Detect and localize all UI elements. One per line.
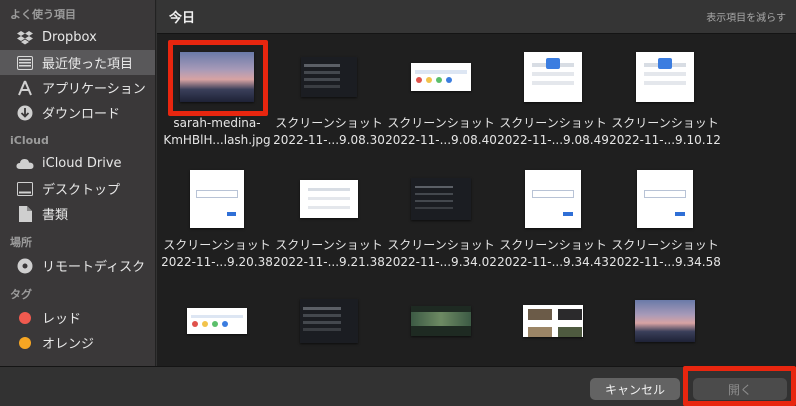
section-header: 今日 表示項目を減らす (157, 0, 796, 34)
file-name-line1: スクリーンショット (499, 116, 607, 130)
file-name-line2: 2022-11-...9.20.38 (161, 255, 273, 269)
disc-icon (16, 257, 34, 275)
downloads-icon (16, 104, 34, 122)
desktop-icon (16, 180, 34, 198)
file-thumbnail (187, 308, 247, 334)
sidebar-item-tag-red[interactable]: レッド (0, 305, 155, 330)
file-name-line2: 2022-11-...9.08.49 (497, 133, 609, 147)
file-name-line1: スクリーンショット (387, 116, 495, 130)
file-thumbnail (635, 300, 695, 342)
sidebar-item-label: iCloud Drive (42, 156, 122, 171)
file-thumbnail (637, 170, 693, 228)
file-name-line2: 2022-11-...9.10.12 (609, 133, 721, 147)
sidebar-item-label: Dropbox (42, 30, 97, 45)
file-name-line1: スクリーンショット (611, 238, 719, 252)
icloud-section-title: iCloud (10, 134, 49, 147)
dropbox-icon (16, 29, 34, 47)
tag-dot-icon (16, 309, 34, 327)
sidebar-item-label: リモートディスク (42, 260, 146, 275)
file-thumbnail (411, 306, 471, 336)
sidebar-item-applications[interactable]: アプリケーション (0, 75, 155, 100)
file-thumbnail (190, 170, 244, 228)
sidebar-item-label: ダウンロード (42, 107, 121, 122)
sidebar-item-downloads[interactable]: ダウンロード (0, 100, 155, 125)
file-thumbnail (300, 180, 358, 218)
file-name-line1: sarah-medina- (173, 116, 261, 130)
file-thumbnail (411, 178, 471, 220)
sidebar-item-label: アプリケーション (42, 82, 146, 97)
cancel-button[interactable]: キャンセル (590, 378, 680, 400)
file-thumbnail (301, 57, 357, 97)
open-button[interactable]: 開く (693, 378, 787, 400)
file-name-line2: 2022-11-...9.08.40 (385, 133, 497, 147)
show-less-link[interactable]: 表示項目を減らす (706, 9, 786, 24)
file-name-line2: KmHBlH...lash.jpg (163, 133, 271, 147)
sidebar-item-label: 書類 (42, 208, 69, 223)
tag-dot-icon (16, 334, 34, 352)
sidebar-item-label: レッド (42, 312, 82, 327)
applications-icon (16, 79, 34, 97)
file-name-line1: スクリーンショット (387, 238, 495, 252)
sidebar-item-remote-disc[interactable]: リモートディスク (0, 253, 155, 278)
tags-section-title: タグ (10, 288, 32, 301)
file-thumbnail (300, 299, 358, 343)
file-name-line1: スクリーンショット (275, 116, 383, 130)
file-thumbnail (525, 170, 581, 228)
file-name-line2: 2022-11-...9.08.30 (273, 133, 385, 147)
sidebar: よく使う項目 Dropbox 最近使った項目 アプリケーション ダウンロード i… (0, 0, 156, 366)
file-name-line2: 2022-11-...9.34.02 (385, 255, 497, 269)
sidebar-item-dropbox[interactable]: Dropbox (0, 25, 155, 50)
cloud-icon (16, 155, 34, 173)
document-icon (16, 205, 34, 223)
recents-icon (16, 54, 34, 72)
sidebar-item-documents[interactable]: 書類 (0, 201, 155, 226)
file-thumbnail (180, 52, 254, 102)
sidebar-item-desktop[interactable]: デスクトップ (0, 176, 155, 201)
file-name-line2: 2022-11-...9.34.43 (497, 255, 609, 269)
file-thumbnail (523, 305, 583, 337)
sidebar-item-recents[interactable]: 最近使った項目 (0, 50, 155, 75)
file-thumbnail (524, 52, 582, 102)
file-name-line1: スクリーンショット (163, 238, 271, 252)
section-title: 今日 (169, 11, 196, 26)
sidebar-item-icloud-drive[interactable]: iCloud Drive (0, 151, 155, 176)
file-name-line1: スクリーンショット (275, 238, 383, 252)
favorites-section-title: よく使う項目 (10, 8, 76, 21)
file-name-line1: スクリーンショット (499, 238, 607, 252)
sidebar-item-tag-orange[interactable]: オレンジ (0, 330, 155, 355)
locations-section-title: 場所 (10, 236, 32, 249)
sidebar-item-label: デスクトップ (42, 183, 121, 198)
file-name-line2: 2022-11-...9.34.58 (609, 255, 721, 269)
file-thumbnail (636, 52, 694, 102)
sidebar-item-label: 最近使った項目 (42, 57, 134, 72)
file-thumbnail (411, 63, 471, 91)
dialog-footer: キャンセル 開く (0, 366, 796, 406)
file-name-line2: 2022-11-...9.21.38 (273, 255, 385, 269)
sidebar-item-label: オレンジ (42, 337, 95, 352)
file-name-line1: スクリーンショット (611, 116, 719, 130)
file-browser: 今日 表示項目を減らす sarah-medina- KmHBlH...lash.j… (157, 0, 796, 366)
